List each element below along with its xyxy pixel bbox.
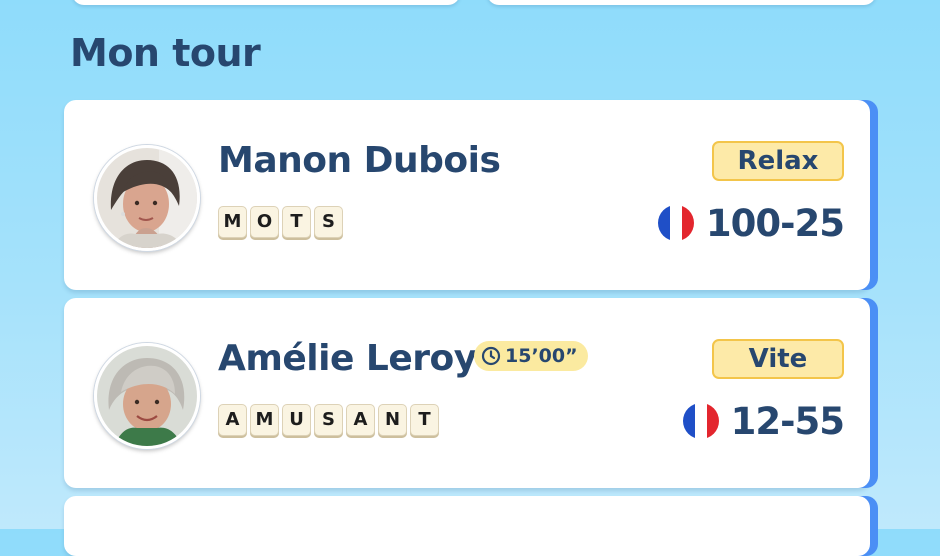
timer-value: 15’00”	[505, 345, 578, 367]
word-tiles: M O T S	[218, 206, 343, 238]
score-row: 100-25	[657, 201, 845, 245]
game-card[interactable]: Manon Dubois M O T S Relax 100-25	[64, 100, 870, 290]
letter-tile: S	[314, 206, 343, 238]
timer-badge: 15’00”	[474, 341, 588, 371]
clock-icon	[481, 346, 501, 366]
game-card[interactable]: Amélie Leroy 15’00” A M U S A N T Vite 1…	[64, 298, 870, 488]
letter-tile: N	[378, 404, 407, 436]
letter-tile: A	[218, 404, 247, 436]
section-title: Mon tour	[70, 31, 261, 75]
letter-tile: M	[250, 404, 279, 436]
france-flag-icon	[682, 403, 719, 439]
word-tiles: A M U S A N T	[218, 404, 439, 436]
game-score: 100-25	[705, 201, 845, 245]
player-name: Manon Dubois	[218, 140, 501, 181]
previous-card-right[interactable]	[487, 0, 876, 5]
avatar-elderly-woman-image	[97, 346, 197, 446]
player-name: Amélie Leroy	[218, 338, 477, 379]
avatar-woman-dark-hair-image	[97, 148, 197, 248]
letter-tile: O	[250, 206, 279, 238]
letter-tile: S	[314, 404, 343, 436]
score-row: 12-55	[682, 399, 845, 443]
letter-tile: T	[410, 404, 439, 436]
game-score: 12-55	[730, 399, 845, 443]
game-card[interactable]	[64, 496, 870, 556]
letter-tile: U	[282, 404, 311, 436]
game-mode-badge: Vite	[712, 339, 844, 379]
france-flag-icon	[657, 205, 694, 241]
letter-tile: A	[346, 404, 375, 436]
player-avatar	[94, 343, 200, 449]
player-avatar	[94, 145, 200, 251]
letter-tile: M	[218, 206, 247, 238]
letter-tile: T	[282, 206, 311, 238]
game-mode-badge: Relax	[712, 141, 844, 181]
previous-card-left[interactable]	[72, 0, 460, 5]
